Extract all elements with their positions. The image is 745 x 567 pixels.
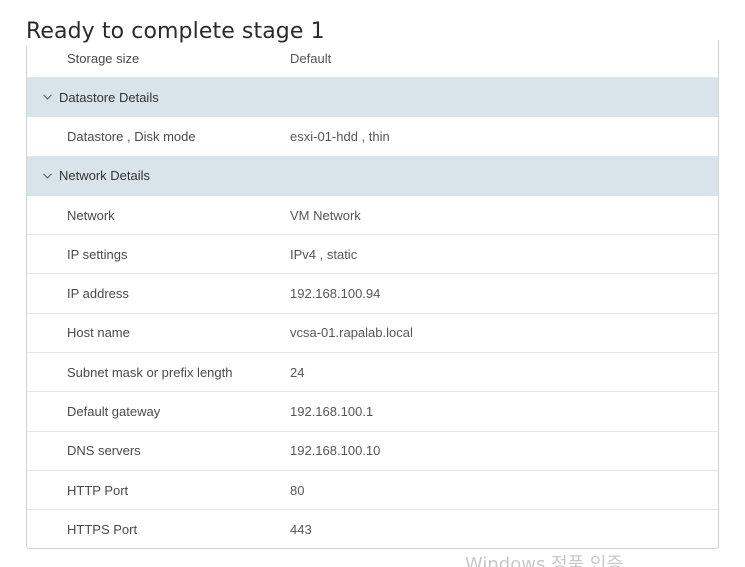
summary-row: Host name vcsa-01.rapalab.local [27,314,718,354]
row-label: Default gateway [67,404,161,420]
summary-row: Subnet mask or prefix length 24 [27,353,718,393]
row-label: Datastore , Disk mode [67,128,196,144]
row-label: Storage size [67,51,140,66]
row-label: IP settings [67,246,128,262]
row-label: Subnet mask or prefix length [67,364,233,380]
summary-panel: Storage size Default Datastore Details D… [26,40,719,549]
summary-row: DNS servers 192.168.100.10 [27,432,718,471]
row-label: HTTPS Port [67,522,138,538]
section-title: Datastore Details [59,89,159,105]
row-label: Host name [67,325,130,341]
summary-row: IP address 192.168.100.94 [27,274,718,314]
summary-row: Datastore , Disk mode esxi-01-hdd , thin [27,117,718,157]
row-value: 80 [290,482,305,498]
row-label: IP address [67,286,129,302]
summary-row: Network VM Network [27,196,718,236]
row-value: 24 [290,364,305,380]
page-title: Ready to complete stage 1 [26,18,329,46]
row-value: vcsa-01.rapalab.local [290,325,413,341]
row-value: 192.168.100.94 [290,286,381,302]
row-value: 192.168.100.10 [290,443,381,459]
activation-watermark: Windows 정품 인증 [465,554,624,567]
row-value: esxi-01-hdd , thin [290,128,390,144]
section-header-datastore-details[interactable]: Datastore Details [27,78,718,118]
row-label: HTTP Port [67,482,129,498]
section-title: Network Details [59,168,151,184]
chevron-down-icon[interactable] [41,170,53,182]
row-value: VM Network [290,207,361,223]
summary-row: HTTP Port 80 [27,471,718,511]
chevron-down-icon[interactable] [41,91,53,103]
row-value: 443 [290,522,312,538]
row-value: IPv4 , static [290,246,358,262]
summary-row: Default gateway 192.168.100.1 [27,392,718,432]
summary-row: IP settings IPv4 , static [27,235,718,275]
section-header-network-details[interactable]: Network Details [27,156,718,196]
row-value: Default [290,51,332,66]
row-value: 192.168.100.1 [290,404,374,420]
row-label: DNS servers [67,443,141,459]
row-label: Network [67,207,115,223]
summary-row: HTTPS Port 443 [27,510,718,548]
